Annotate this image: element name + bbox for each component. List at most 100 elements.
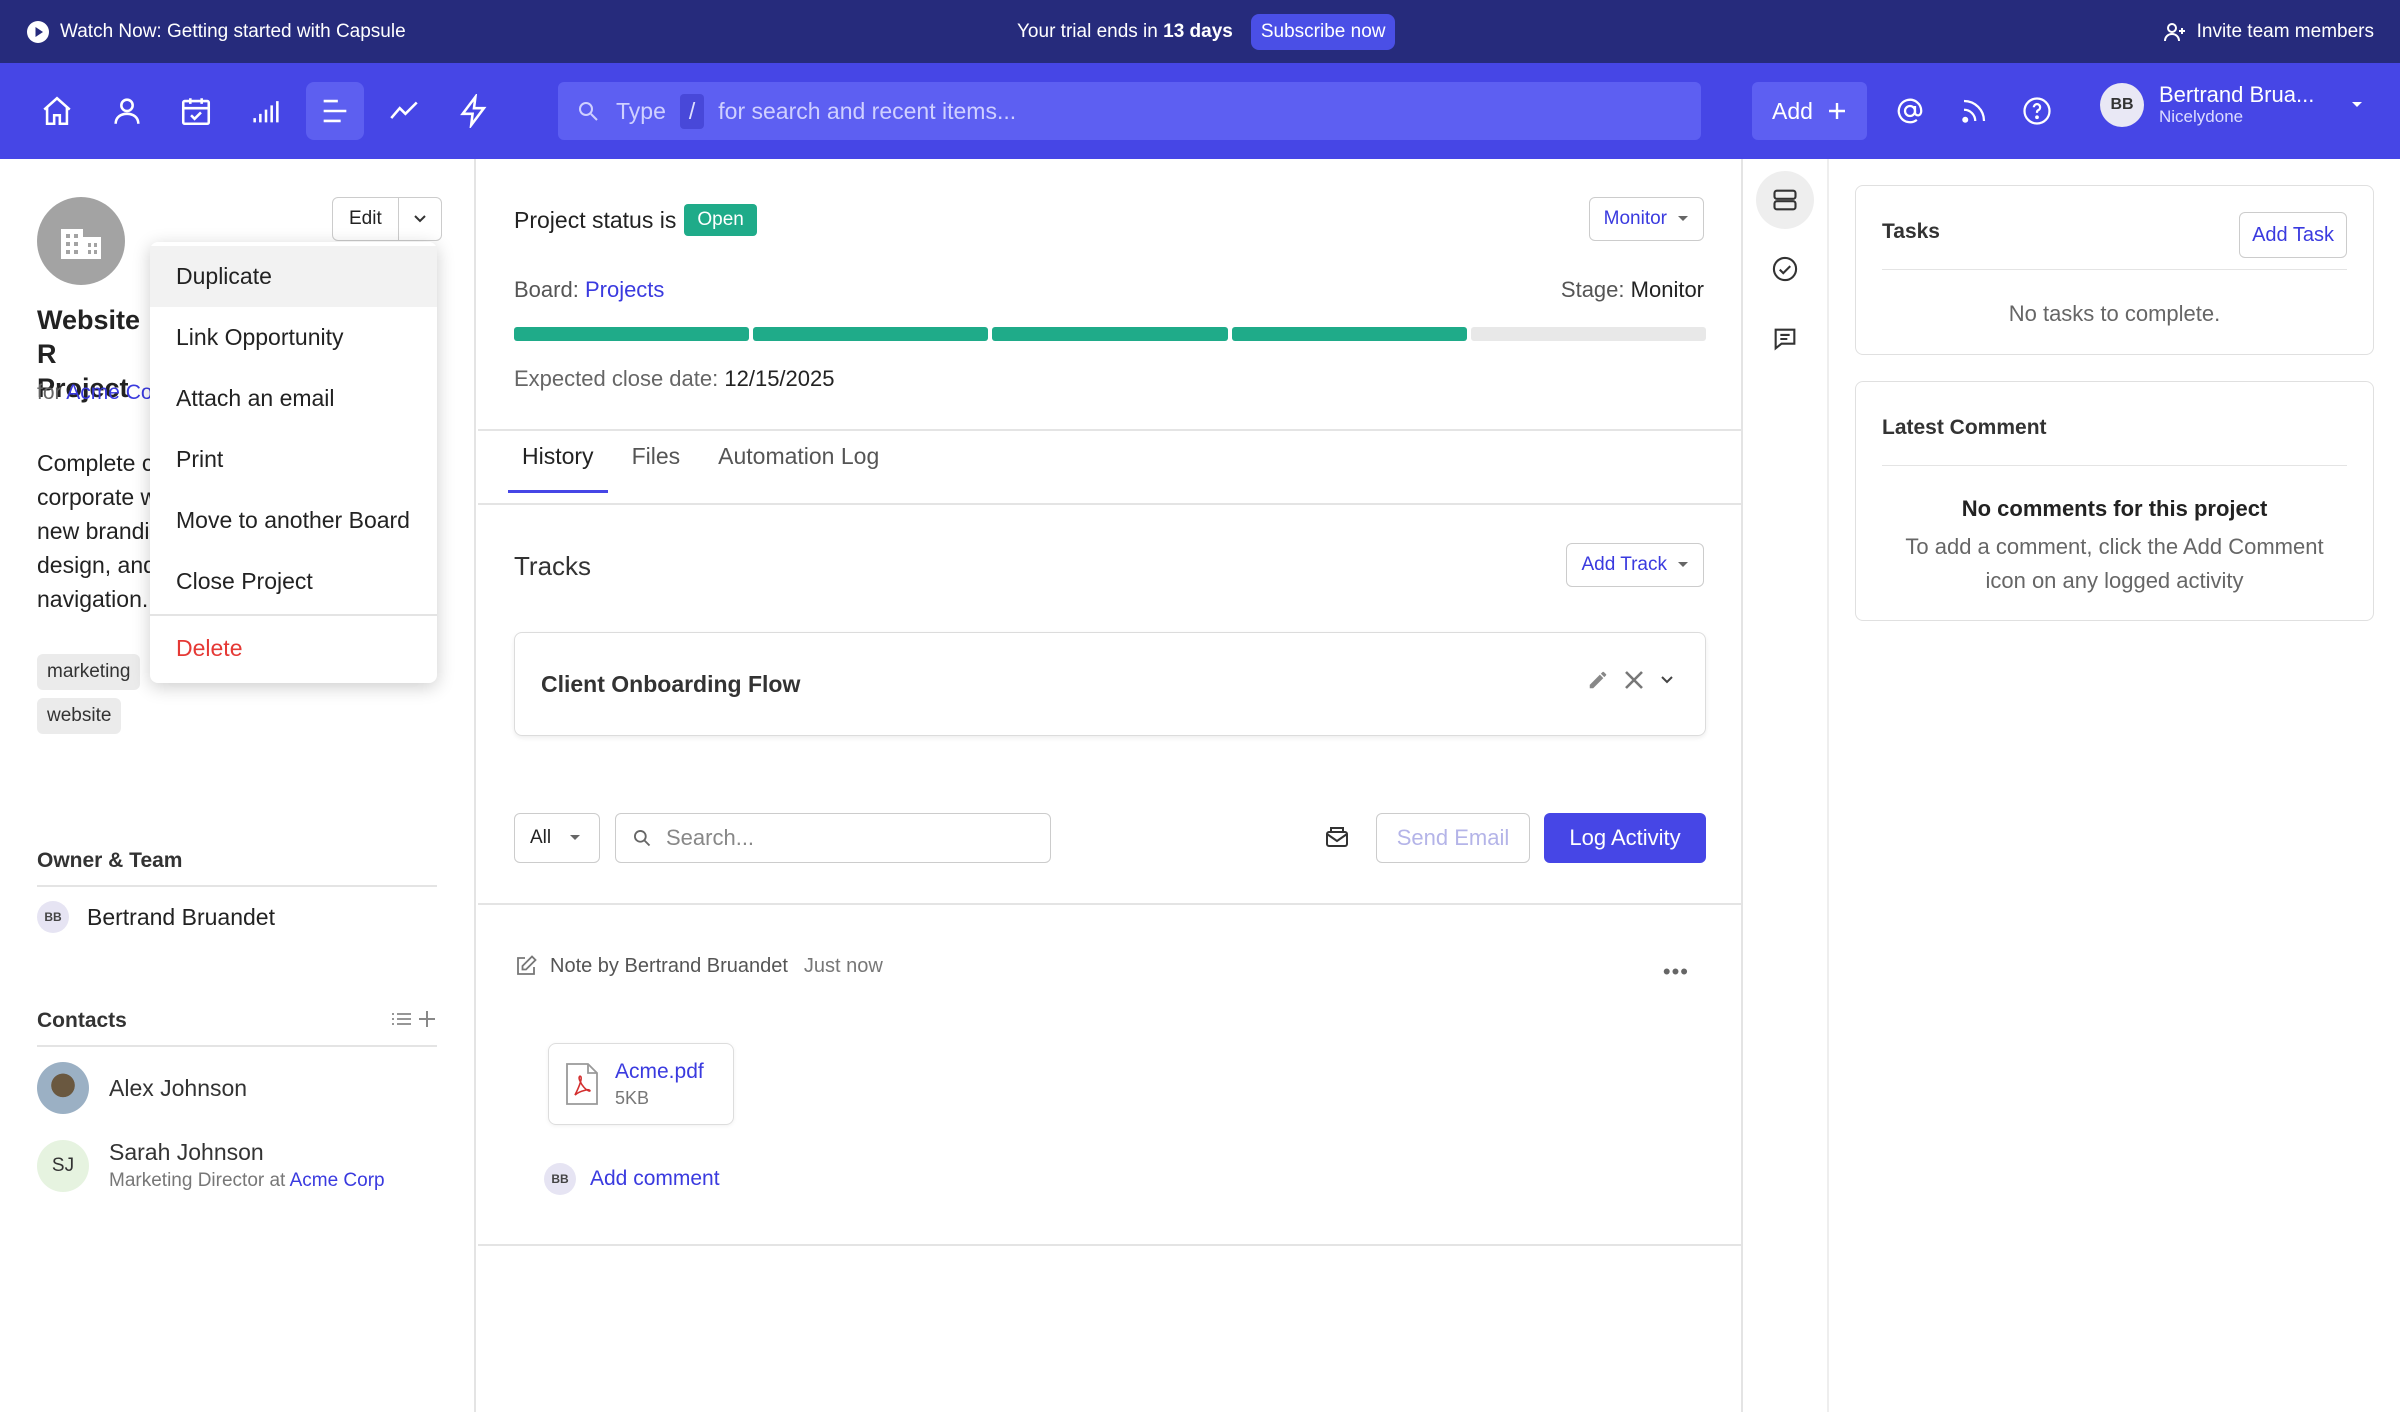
menu-item-attach-email[interactable]: Attach an email bbox=[150, 368, 437, 429]
activity-filter-select[interactable]: All bbox=[514, 813, 600, 863]
add-track-button[interactable]: Add Track bbox=[1566, 543, 1704, 587]
tasks-panel-button[interactable] bbox=[1756, 240, 1814, 298]
projects-icon bbox=[318, 94, 352, 128]
activity-tabs: History Files Automation Log bbox=[508, 429, 893, 493]
contacts-heading-label: Contacts bbox=[37, 1009, 127, 1032]
file-attachment[interactable]: Acme.pdf 5KB bbox=[548, 1043, 734, 1125]
play-icon bbox=[26, 20, 50, 44]
stage-dropdown[interactable]: Monitor bbox=[1588, 197, 1704, 241]
expected-close-date: Expected close date: 12/15/2025 bbox=[514, 366, 834, 392]
divider bbox=[478, 1244, 1743, 1246]
trial-prefix: Your trial ends in bbox=[1017, 20, 1158, 42]
project-status: Project status is Open bbox=[514, 204, 757, 236]
note-edit-icon bbox=[514, 954, 538, 978]
building-icon bbox=[59, 221, 103, 261]
log-activity-button[interactable]: Log Activity bbox=[1544, 813, 1706, 863]
watch-now-link[interactable]: Watch Now: Getting started with Capsule bbox=[26, 20, 406, 44]
tab-files[interactable]: Files bbox=[618, 429, 695, 493]
details-icon bbox=[1771, 186, 1799, 214]
add-contact-icon[interactable] bbox=[417, 1009, 437, 1029]
nav-feed[interactable] bbox=[1945, 82, 2003, 140]
tab-history[interactable]: History bbox=[508, 429, 608, 493]
filter-value: All bbox=[530, 827, 552, 848]
tasks-heading: Tasks bbox=[1882, 220, 1940, 243]
edit-button[interactable]: Edit bbox=[333, 198, 399, 240]
pencil-icon[interactable] bbox=[1587, 669, 1609, 691]
contacts-actions bbox=[391, 1009, 437, 1029]
contact-row[interactable]: SJ Sarah Johnson Marketing Director at A… bbox=[37, 1139, 385, 1192]
activity-note-header: Note by Bertrand Bruandet Just now bbox=[514, 954, 883, 978]
file-name: Acme.pdf bbox=[615, 1059, 704, 1083]
search-icon bbox=[632, 828, 652, 848]
file-size: 5KB bbox=[615, 1087, 650, 1108]
person-icon bbox=[110, 94, 144, 128]
nav-people[interactable] bbox=[98, 82, 156, 140]
nav-reports[interactable] bbox=[237, 82, 295, 140]
avatar: BB bbox=[544, 1163, 576, 1195]
progress-segment bbox=[1231, 327, 1467, 341]
edit-button-group: Edit bbox=[332, 197, 442, 241]
owner-row[interactable]: BB Bertrand Bruandet bbox=[37, 901, 275, 933]
stage-progress-bar bbox=[514, 327, 1707, 341]
add-button[interactable]: Add bbox=[1752, 82, 1867, 140]
pdf-file-icon bbox=[565, 1062, 599, 1106]
tag-marketing[interactable]: marketing bbox=[37, 654, 141, 690]
menu-item-duplicate[interactable]: Duplicate bbox=[150, 246, 437, 307]
menu-item-link-opportunity[interactable]: Link Opportunity bbox=[150, 307, 437, 368]
send-email-button[interactable]: Send Email bbox=[1376, 813, 1530, 863]
nav-trends[interactable] bbox=[375, 82, 433, 140]
track-card[interactable]: Client Onboarding Flow bbox=[514, 632, 1706, 736]
caret-down-icon bbox=[1677, 561, 1689, 569]
description-line: navigation. bbox=[37, 586, 149, 612]
note-time: Just now bbox=[803, 954, 883, 977]
tab-automation-log[interactable]: Automation Log bbox=[704, 429, 893, 493]
nav-help[interactable] bbox=[2008, 82, 2066, 140]
progress-segment bbox=[514, 327, 750, 341]
nav-home[interactable] bbox=[28, 82, 86, 140]
board-link[interactable]: Projects bbox=[585, 277, 664, 302]
more-options-icon[interactable]: ••• bbox=[1663, 959, 1689, 985]
menu-item-print[interactable]: Print bbox=[150, 429, 437, 490]
add-comment-link[interactable]: BB Add comment bbox=[544, 1163, 720, 1195]
edit-menu-toggle[interactable] bbox=[399, 198, 441, 240]
search-shortcut-key: / bbox=[679, 93, 705, 129]
nav-automation[interactable] bbox=[445, 82, 503, 140]
contact-role-prefix: Marketing Director at bbox=[109, 1170, 286, 1191]
menu-item-close-project[interactable]: Close Project bbox=[150, 551, 437, 612]
status-badge: Open bbox=[684, 204, 757, 236]
nav-projects[interactable] bbox=[306, 82, 364, 140]
email-icon[interactable] bbox=[1323, 824, 1351, 850]
subscribe-button[interactable]: Subscribe now bbox=[1250, 13, 1396, 50]
board-info: Board: Projects bbox=[514, 277, 664, 303]
nav-mentions[interactable] bbox=[1881, 82, 1939, 140]
close-icon[interactable] bbox=[1623, 669, 1645, 691]
description-line: Complete c bbox=[37, 450, 150, 476]
divider bbox=[478, 903, 1743, 905]
menu-item-move-board[interactable]: Move to another Board bbox=[150, 490, 437, 551]
caret-down-icon bbox=[569, 834, 581, 842]
add-comment-label: Add comment bbox=[590, 1167, 720, 1190]
invite-team-link[interactable]: Invite team members bbox=[2163, 20, 2374, 44]
contact-role: Marketing Director at Acme Corp bbox=[109, 1170, 385, 1192]
add-task-button[interactable]: Add Task bbox=[2239, 212, 2347, 258]
menu-item-delete[interactable]: Delete bbox=[150, 618, 437, 679]
search-prefix: Type bbox=[616, 97, 666, 124]
comments-panel-button[interactable] bbox=[1756, 310, 1814, 368]
activity-search-input[interactable]: Search... bbox=[615, 813, 1051, 863]
chevron-down-icon[interactable] bbox=[1659, 675, 1675, 685]
tracks-heading: Tracks bbox=[514, 551, 592, 581]
list-icon[interactable] bbox=[391, 1009, 413, 1029]
tag-website[interactable]: website bbox=[37, 698, 122, 734]
user-menu[interactable]: BB Bertrand Brua... Nicelydone bbox=[2100, 83, 2364, 127]
organisation-link[interactable]: Acme Co bbox=[66, 381, 152, 404]
details-panel-button[interactable] bbox=[1756, 171, 1814, 229]
contact-row[interactable]: Alex Johnson bbox=[37, 1062, 247, 1114]
main-nav: Type / for search and recent items... Ad… bbox=[0, 63, 2400, 159]
company-link[interactable]: Acme Corp bbox=[290, 1170, 385, 1191]
stage-prefix: Stage: bbox=[1560, 277, 1625, 302]
nav-calendar[interactable] bbox=[167, 82, 225, 140]
description-line: new brandi bbox=[37, 518, 150, 544]
for-prefix: for bbox=[37, 381, 62, 404]
trial-notice: Your trial ends in 13 days Subscribe now bbox=[1017, 13, 1396, 50]
global-search[interactable]: Type / for search and recent items... bbox=[558, 82, 1701, 140]
